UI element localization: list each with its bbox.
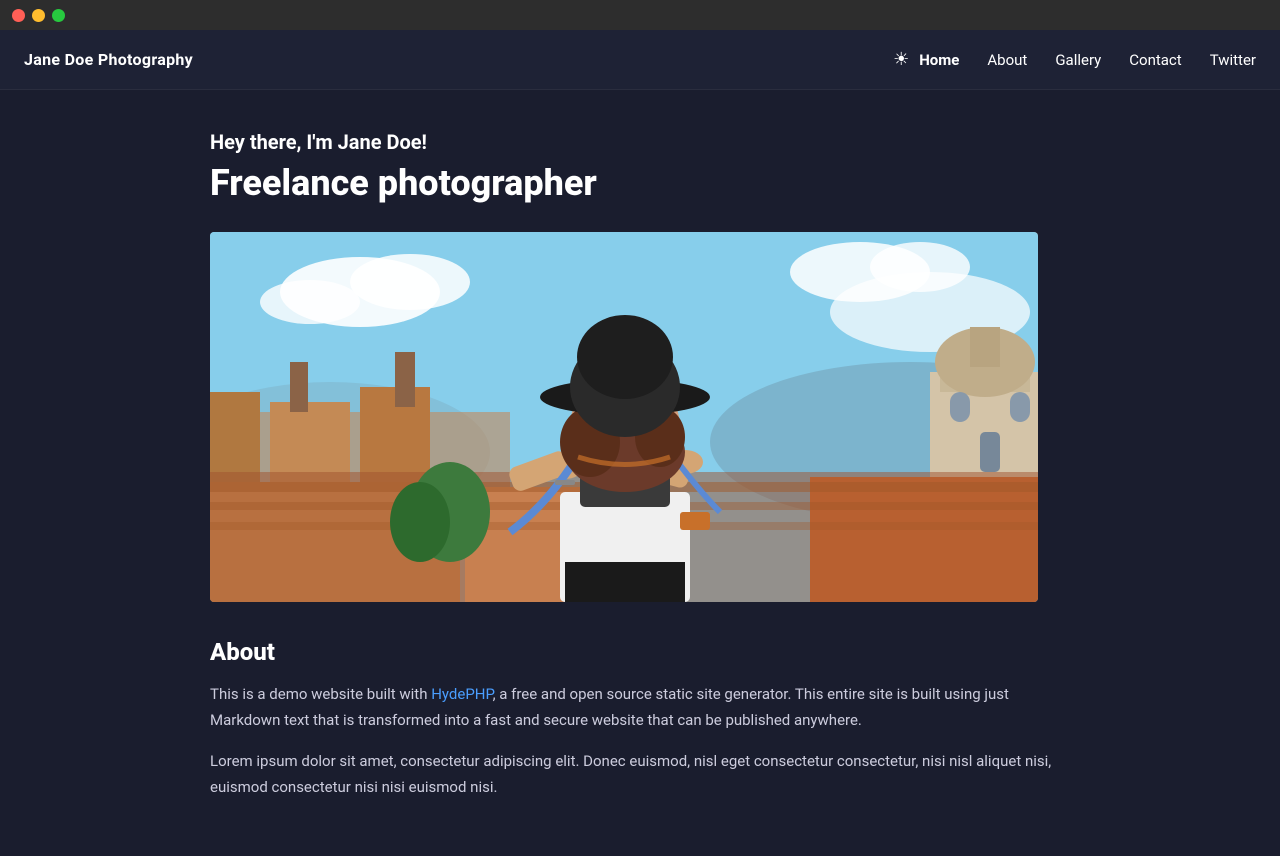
minimize-button[interactable] (32, 9, 45, 22)
nav-link-about[interactable]: About (987, 51, 1027, 69)
nav-item-gallery[interactable]: Gallery (1055, 50, 1101, 69)
nav-link-twitter[interactable]: Twitter (1210, 51, 1256, 69)
hero-greeting: Hey there, I'm Jane Doe! (210, 130, 1070, 154)
nav-link-gallery[interactable]: Gallery (1055, 51, 1101, 69)
nav-link-contact[interactable]: Contact (1129, 51, 1181, 69)
nav-link-home[interactable]: Home (919, 51, 959, 69)
hero-title: Freelance photographer (210, 162, 1070, 204)
nav-item-about[interactable]: About (987, 50, 1027, 69)
nav-links: Home About Gallery Contact Twitter (919, 50, 1256, 69)
theme-toggle-icon[interactable]: ☀ (893, 49, 909, 70)
titlebar (0, 0, 1280, 30)
hydephp-link[interactable]: HydePHP (431, 685, 492, 703)
about-title: About (210, 638, 1070, 666)
hero-image-svg (210, 232, 1038, 602)
nav-item-contact[interactable]: Contact (1129, 50, 1181, 69)
close-button[interactable] (12, 9, 25, 22)
nav-item-home[interactable]: Home (919, 50, 959, 69)
maximize-button[interactable] (52, 9, 65, 22)
about-intro: This is a demo website built with HydePH… (210, 682, 1070, 733)
navbar: Jane Doe Photography ☀ Home About Galler… (0, 30, 1280, 90)
nav-item-twitter[interactable]: Twitter (1210, 50, 1256, 69)
hero-image (210, 232, 1038, 602)
nav-brand[interactable]: Jane Doe Photography (24, 50, 893, 69)
main-content: Hey there, I'm Jane Doe! Freelance photo… (190, 90, 1090, 856)
about-lorem: Lorem ipsum dolor sit amet, consectetur … (210, 749, 1070, 800)
